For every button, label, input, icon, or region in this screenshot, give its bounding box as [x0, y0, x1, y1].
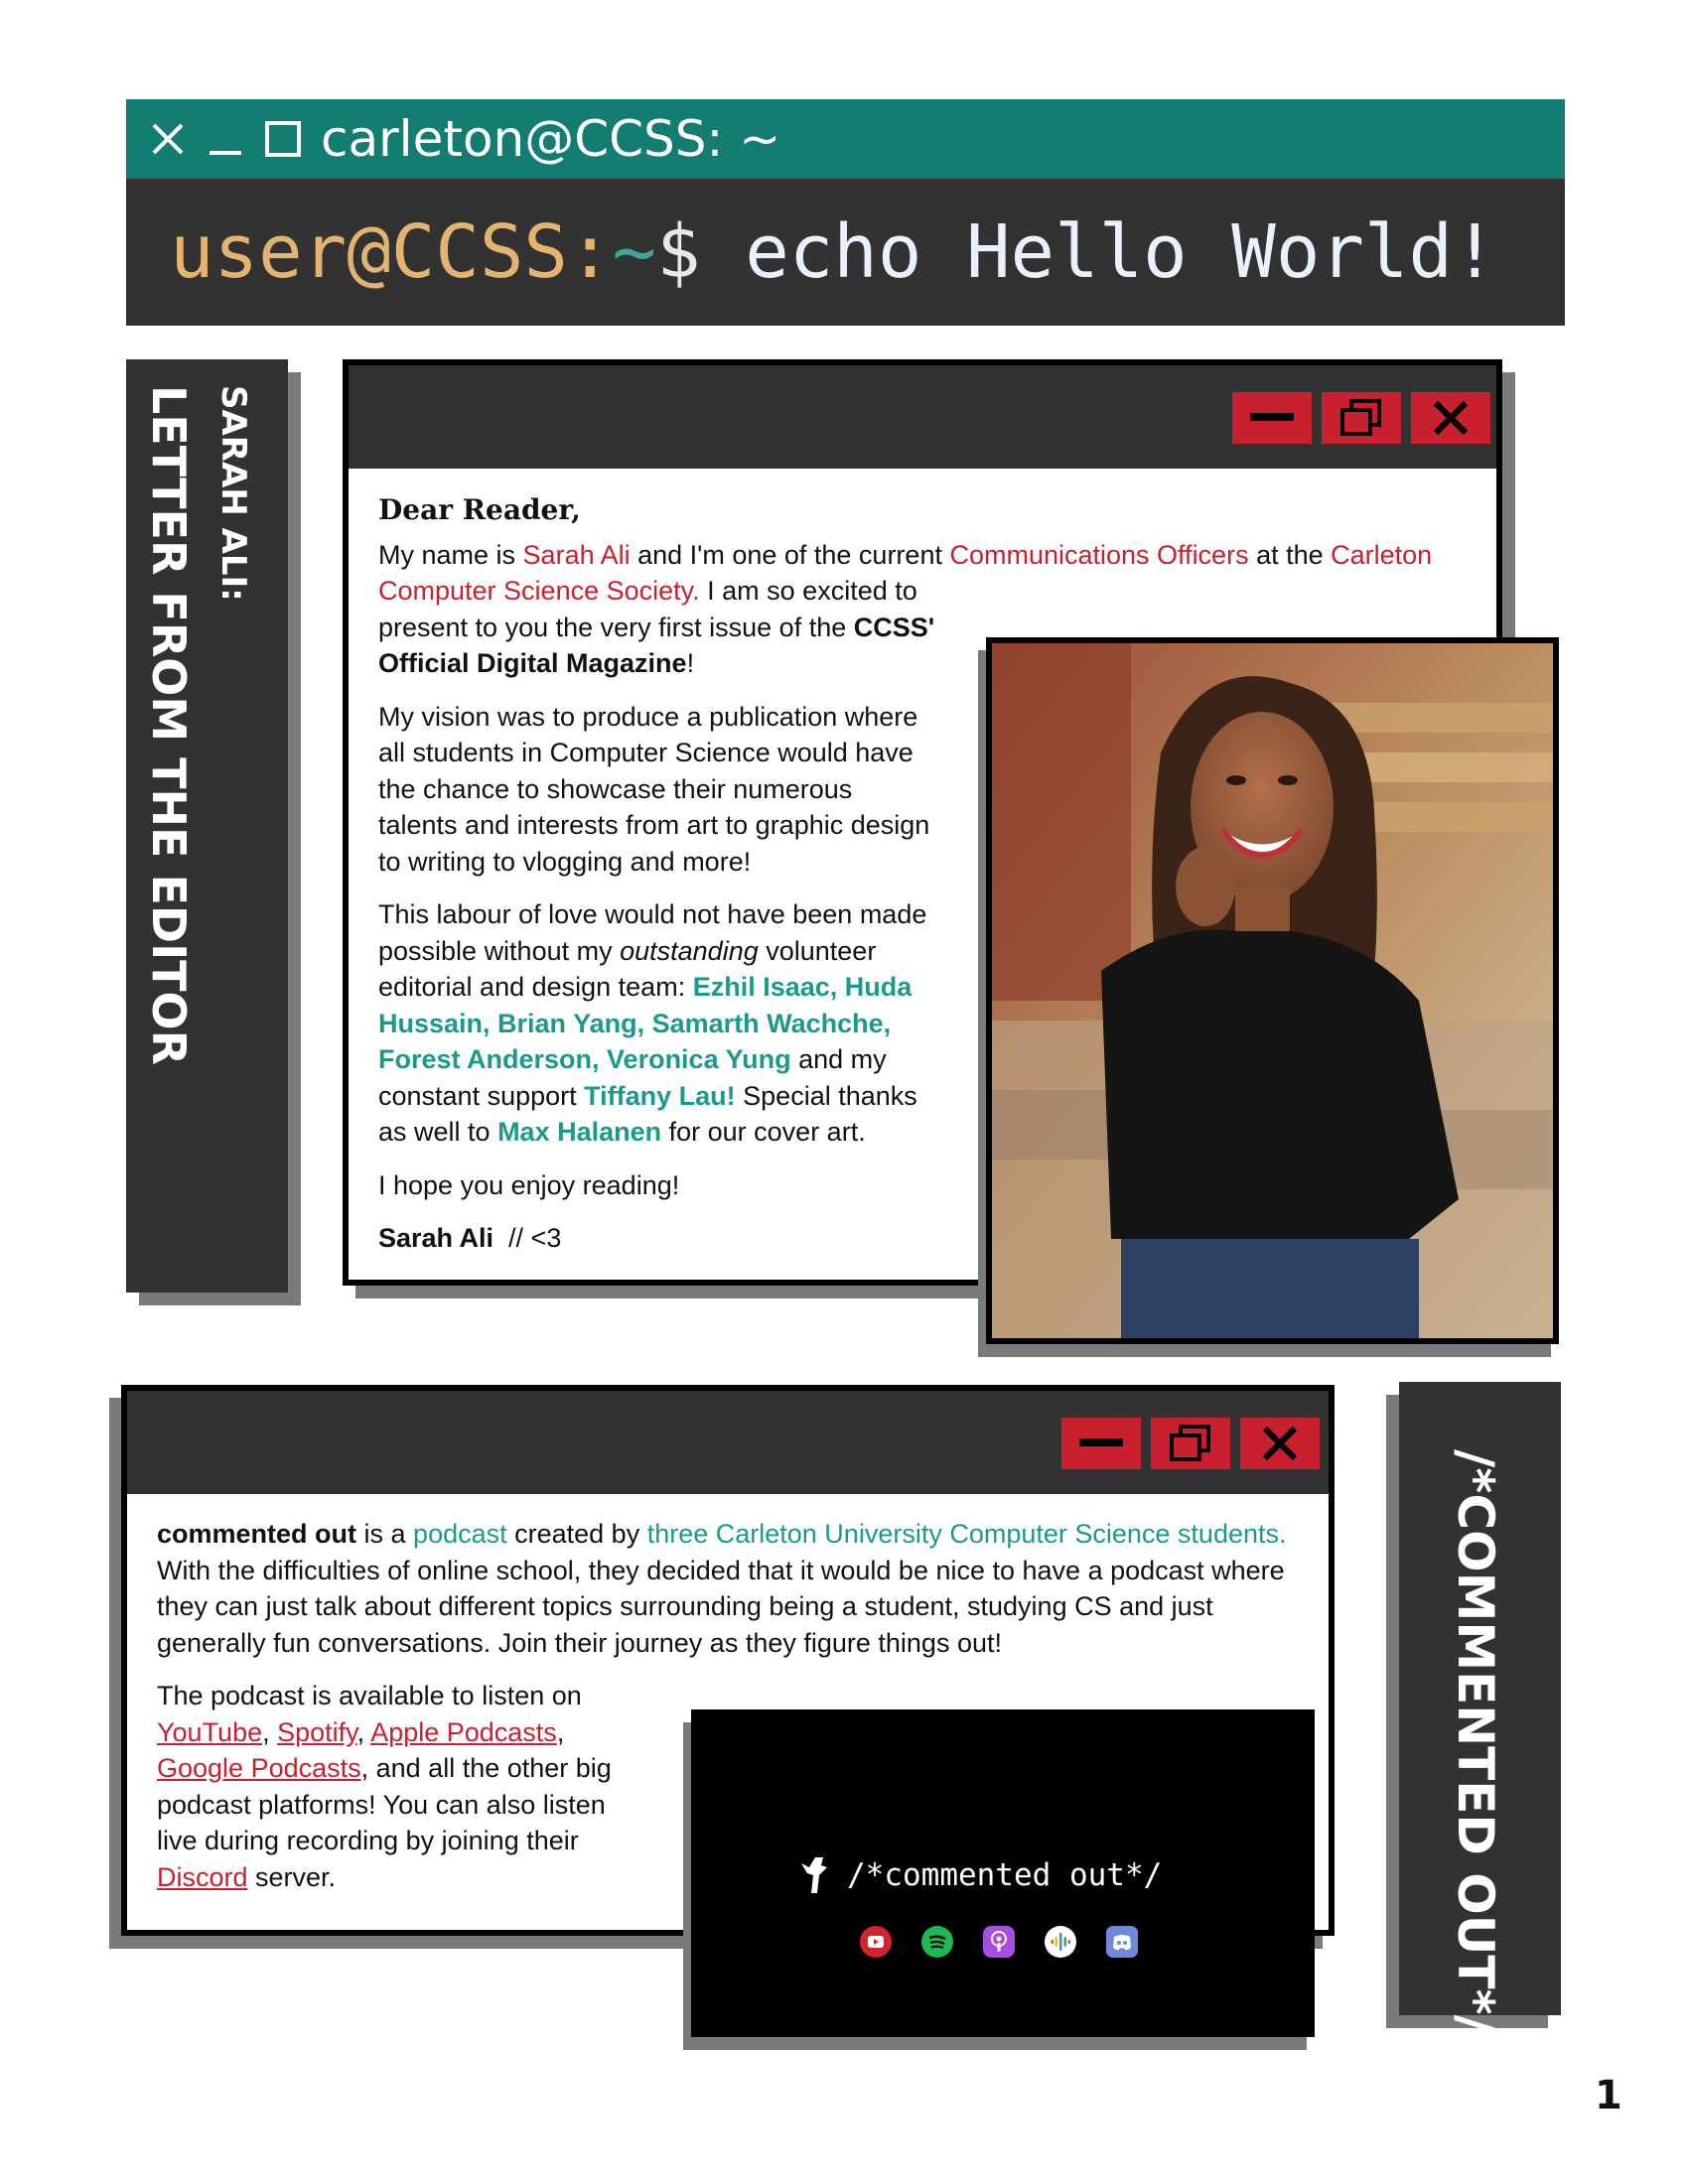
prompt-symbol: $: [656, 209, 701, 295]
text: I am so excited to: [699, 576, 917, 606]
sidebar-author: SARAH ALI:: [213, 385, 253, 602]
podcast-paragraph-1: commented out is a podcast created by th…: [157, 1516, 1319, 1661]
sidebar-section-title: LETTER FROM THE EDITOR: [142, 385, 196, 1066]
window-title: carleton@CCSS: ~: [321, 110, 781, 168]
close-button[interactable]: [1240, 1418, 1320, 1469]
podcast-window-titlebar: [127, 1391, 1329, 1494]
team-names: Forest Anderson, Veronica Yung: [378, 1044, 791, 1074]
text: editorial and design team:: [378, 972, 693, 1002]
apple-podcasts-link[interactable]: Apple Podcasts: [370, 1717, 557, 1747]
editor-sidebar: SARAH ALI: LETTER FROM THE EDITOR: [126, 359, 288, 1293]
text-line: With the difficulties of online school, …: [157, 1555, 1285, 1585]
terminal-title-bar: carleton@CCSS: ~: [126, 99, 1565, 179]
letter-window-titlebar: [349, 365, 1496, 469]
close-icon: [1433, 400, 1469, 436]
text-line: generally fun conversations. Join their …: [157, 1627, 1002, 1658]
text-line: all students in Computer Science would h…: [378, 738, 914, 767]
restore-button[interactable]: [1151, 1418, 1230, 1469]
page-number: 1: [1595, 2073, 1622, 2118]
team-names: Hussain, Brian Yang, Samarth Wachche,: [378, 1008, 892, 1038]
minimize-icon[interactable]: [206, 119, 245, 159]
podcast-creators: three Carleton University Computer Scien…: [646, 1519, 1287, 1549]
editor-photo: [986, 637, 1559, 1344]
close-button[interactable]: [1411, 392, 1490, 444]
terminal-prompt: user@CCSS: ~ $ echo Hello World!: [126, 179, 1565, 326]
support-name: Tiffany Lau!: [584, 1080, 736, 1111]
text-line: they can just talk about different topic…: [157, 1591, 1213, 1621]
prompt-path: ~: [612, 209, 657, 295]
text-line: the chance to showcase their numerous: [378, 773, 853, 804]
team-names: Ezhil Isaac, Huda: [692, 972, 913, 1002]
discord-icon[interactable]: [1106, 1926, 1138, 1958]
spotify-icon[interactable]: [921, 1926, 953, 1958]
minimize-icon: [1079, 1438, 1123, 1446]
podcast-sidebar-title: /*COMMENTED OUT*/: [1447, 1449, 1504, 2033]
text-line: to writing to vlogging and more!: [378, 846, 752, 877]
text: and my: [790, 1044, 887, 1074]
restore-icon: [1340, 399, 1381, 436]
podcast-sidebar: /*COMMENTED OUT*/: [1399, 1382, 1561, 2033]
text: !: [686, 648, 695, 678]
text: is a: [356, 1519, 414, 1549]
portrait-photo: [992, 643, 1553, 1338]
youtube-icon[interactable]: [860, 1926, 892, 1958]
close-icon: [1262, 1426, 1298, 1461]
cover-artist: Max Halanen: [497, 1117, 662, 1147]
discord-link[interactable]: Discord: [157, 1862, 248, 1892]
google-podcasts-icon[interactable]: [1045, 1926, 1076, 1958]
prompt-user: user@CCSS:: [170, 209, 613, 295]
close-icon[interactable]: [148, 119, 188, 159]
text-line: My vision was to produce a publication w…: [378, 701, 918, 732]
text: , and all the other big: [360, 1753, 612, 1783]
signature-tail: // <3: [493, 1223, 562, 1253]
emphasis: outstanding: [620, 935, 759, 966]
text: possible without my: [378, 935, 621, 966]
apple-podcasts-icon[interactable]: [983, 1926, 1015, 1958]
text-line: This labour of love would not have been …: [378, 899, 927, 929]
spotify-link[interactable]: Spotify: [277, 1717, 357, 1747]
text-line: talents and interests from art to graphi…: [378, 810, 930, 840]
text: server.: [247, 1861, 337, 1892]
text: as well to: [378, 1117, 498, 1147]
society-name: Carleton: [1331, 539, 1433, 570]
google-podcasts-link[interactable]: Google Podcasts: [157, 1753, 361, 1783]
maximize-icon[interactable]: [263, 119, 303, 159]
text: present to you the very first issue of t…: [378, 612, 854, 642]
terminal-command: echo Hello World!: [700, 209, 1497, 295]
text: created by: [506, 1519, 647, 1549]
text: for our cover art.: [661, 1117, 866, 1147]
text: at the: [1248, 539, 1332, 570]
podcast-word: podcast: [413, 1519, 507, 1549]
text-line: The podcast is available to listen on: [157, 1681, 582, 1710]
text-line: live during recording by joining their: [157, 1826, 579, 1855]
text: and I'm one of the current: [630, 539, 950, 570]
letter-greeting: Dear Reader,: [378, 493, 581, 526]
text: My name is: [378, 539, 523, 570]
platform-icons: [860, 1926, 1138, 1958]
minimize-icon: [1250, 413, 1294, 421]
podcast-logo-text: /*commented out*/: [847, 1857, 1163, 1893]
podcast-name: commented out: [157, 1519, 357, 1549]
restore-icon: [1170, 1425, 1210, 1461]
text-line: podcast platforms! You can also listen: [157, 1789, 606, 1820]
text: volunteer: [758, 935, 877, 966]
text: constant support: [378, 1080, 585, 1111]
society-name-cont: Computer Science Society.: [378, 576, 700, 606]
podcast-card: /*commented out*/: [691, 1709, 1315, 2037]
text: Special thanks: [735, 1080, 917, 1111]
editor-role: Communications Officers: [949, 539, 1249, 570]
podcast-logo: /*commented out*/: [795, 1853, 1162, 1897]
restore-button[interactable]: [1322, 392, 1401, 444]
minimize-button[interactable]: [1232, 392, 1312, 444]
signature-name: Sarah Ali: [378, 1223, 494, 1253]
magazine-name-cont: Official Digital Magazine: [378, 648, 687, 678]
bird-logo-icon: [801, 1857, 827, 1893]
minimize-button[interactable]: [1061, 1418, 1141, 1469]
magazine-name: CCSS': [853, 612, 935, 642]
editor-name: Sarah Ali: [522, 539, 631, 570]
youtube-link[interactable]: YouTube: [157, 1717, 262, 1747]
